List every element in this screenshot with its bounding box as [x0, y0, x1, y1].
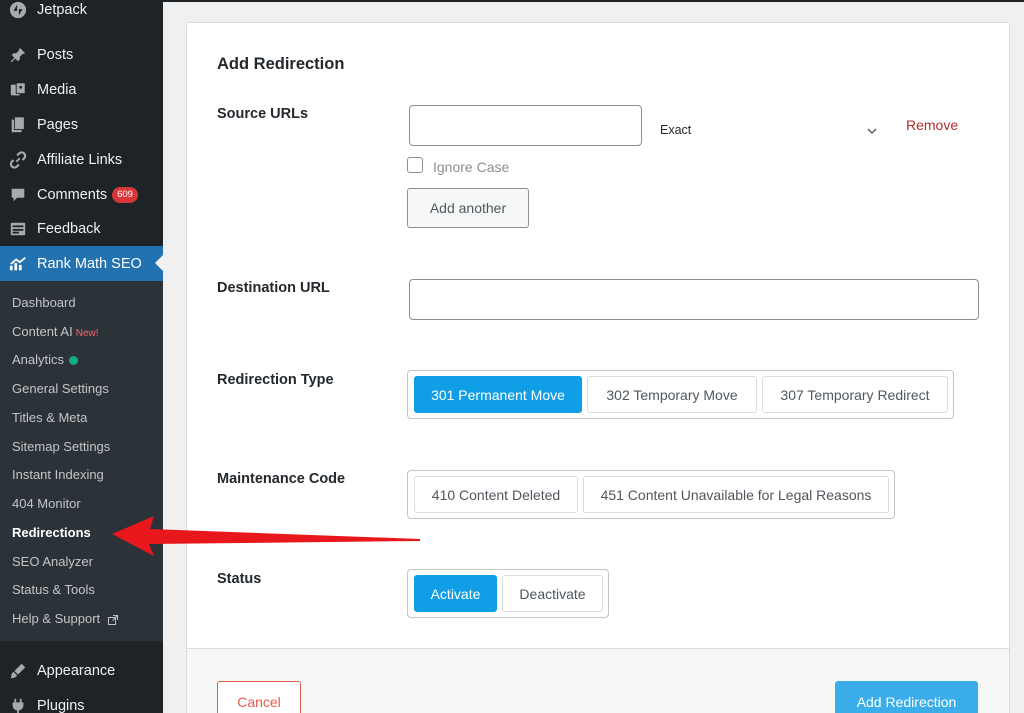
menu-item-appearance[interactable]: Appearance [0, 653, 163, 688]
menu-label: Jetpack [37, 1, 87, 18]
ignore-case-label: Ignore Case [433, 159, 510, 175]
type-307-button[interactable]: 307 Temporary Redirect [762, 376, 948, 413]
submenu-instant-indexing[interactable]: Instant Indexing [12, 465, 104, 485]
menu-item-jetpack[interactable]: Jetpack [0, 0, 163, 27]
plugin-icon [9, 697, 27, 713]
submenu-general-settings[interactable]: General Settings [12, 379, 109, 399]
menu-label: Posts [37, 46, 74, 63]
submenu-titles-meta[interactable]: Titles & Meta [12, 408, 87, 428]
maintenance-code-group: 410 Content Deleted 451 Content Unavaila… [407, 470, 895, 519]
code-410-button[interactable]: 410 Content Deleted [414, 476, 578, 513]
cancel-button[interactable]: Cancel [217, 681, 301, 713]
add-another-button[interactable]: Add another [407, 188, 529, 228]
rank-math-icon [9, 255, 27, 273]
jetpack-icon [9, 1, 27, 19]
admin-bar-edge [163, 0, 1024, 2]
redirection-type-group: 301 Permanent Move 302 Temporary Move 30… [407, 370, 954, 419]
link-icon [9, 150, 27, 169]
activate-button[interactable]: Activate [414, 575, 497, 612]
status-dot-icon [69, 356, 79, 366]
admin-sidebar: Jetpack Posts Media Pages Affiliate Link… [0, 0, 163, 713]
code-451-button[interactable]: 451 Content Unavailable for Legal Reason… [583, 476, 889, 513]
annotation-arrow-icon [112, 516, 420, 556]
type-301-button[interactable]: 301 Permanent Move [414, 376, 582, 413]
maintenance-code-label: Maintenance Code [217, 471, 346, 487]
menu-label: Pages [37, 116, 79, 133]
destination-url-label: Destination URL [217, 280, 330, 296]
deactivate-button[interactable]: Deactivate [502, 575, 603, 612]
destination-url-input[interactable] [409, 279, 979, 320]
source-urls-label: Source URLs [217, 106, 309, 122]
menu-label: Media [37, 81, 77, 98]
menu-item-feedback[interactable]: Feedback [0, 211, 163, 246]
remove-source-link[interactable]: Remove [906, 117, 958, 133]
match-type-value: Exact [660, 123, 692, 137]
submenu-redirections[interactable]: Redirections [12, 523, 91, 543]
menu-label: Affiliate Links [37, 151, 123, 168]
menu-item-affiliate-links[interactable]: Affiliate Links [0, 142, 163, 177]
menu-item-media[interactable]: Media [0, 72, 163, 107]
external-link-icon [107, 614, 118, 625]
ignore-case-checkbox[interactable] [407, 157, 423, 173]
brush-icon [9, 662, 27, 680]
menu-item-plugins[interactable]: Plugins [0, 688, 163, 713]
submenu-content-ai[interactable]: Content AI New! [12, 322, 99, 342]
submenu-analytics[interactable]: Analytics [12, 350, 79, 370]
menu-label: Feedback [37, 220, 101, 237]
submenu-sitemap-settings[interactable]: Sitemap Settings [12, 437, 110, 457]
comment-icon [9, 186, 27, 204]
pin-icon [9, 46, 27, 64]
chevron-down-icon [867, 128, 877, 134]
rank-math-submenu: Dashboard Content AI New! Analytics Gener… [0, 281, 163, 641]
new-tag: New! [75, 328, 99, 339]
status-label: Status [217, 571, 262, 587]
submenu-seo-analyzer[interactable]: SEO Analyzer [12, 552, 93, 572]
menu-label: Plugins [37, 697, 85, 713]
active-menu-notch [155, 255, 163, 271]
submenu-dashboard[interactable]: Dashboard [12, 293, 76, 313]
type-302-button[interactable]: 302 Temporary Move [587, 376, 757, 413]
match-type-select[interactable]: Exact [660, 123, 880, 141]
page-title: Add Redirection [217, 55, 345, 73]
menu-label: Comments [37, 186, 108, 203]
submenu-status-tools[interactable]: Status & Tools [12, 580, 95, 600]
feedback-icon [9, 220, 27, 238]
submenu-404-monitor[interactable]: 404 Monitor [12, 494, 81, 514]
menu-item-rank-math-seo[interactable]: Rank Math SEO [0, 246, 163, 281]
redirection-type-label: Redirection Type [217, 372, 334, 388]
menu-label: Rank Math SEO [37, 255, 142, 272]
add-redirection-button[interactable]: Add Redirection [835, 681, 978, 713]
menu-label: Appearance [37, 662, 116, 679]
media-icon [9, 81, 27, 99]
submenu-help-support[interactable]: Help & Support [12, 609, 118, 629]
menu-item-pages[interactable]: Pages [0, 107, 163, 142]
comment-count-badge: 609 [112, 186, 138, 203]
pages-icon [9, 115, 27, 134]
menu-item-posts[interactable]: Posts [0, 37, 163, 72]
menu-item-comments[interactable]: Comments 609 [0, 177, 163, 212]
source-url-input[interactable] [409, 105, 642, 146]
status-group: Activate Deactivate [407, 569, 609, 618]
